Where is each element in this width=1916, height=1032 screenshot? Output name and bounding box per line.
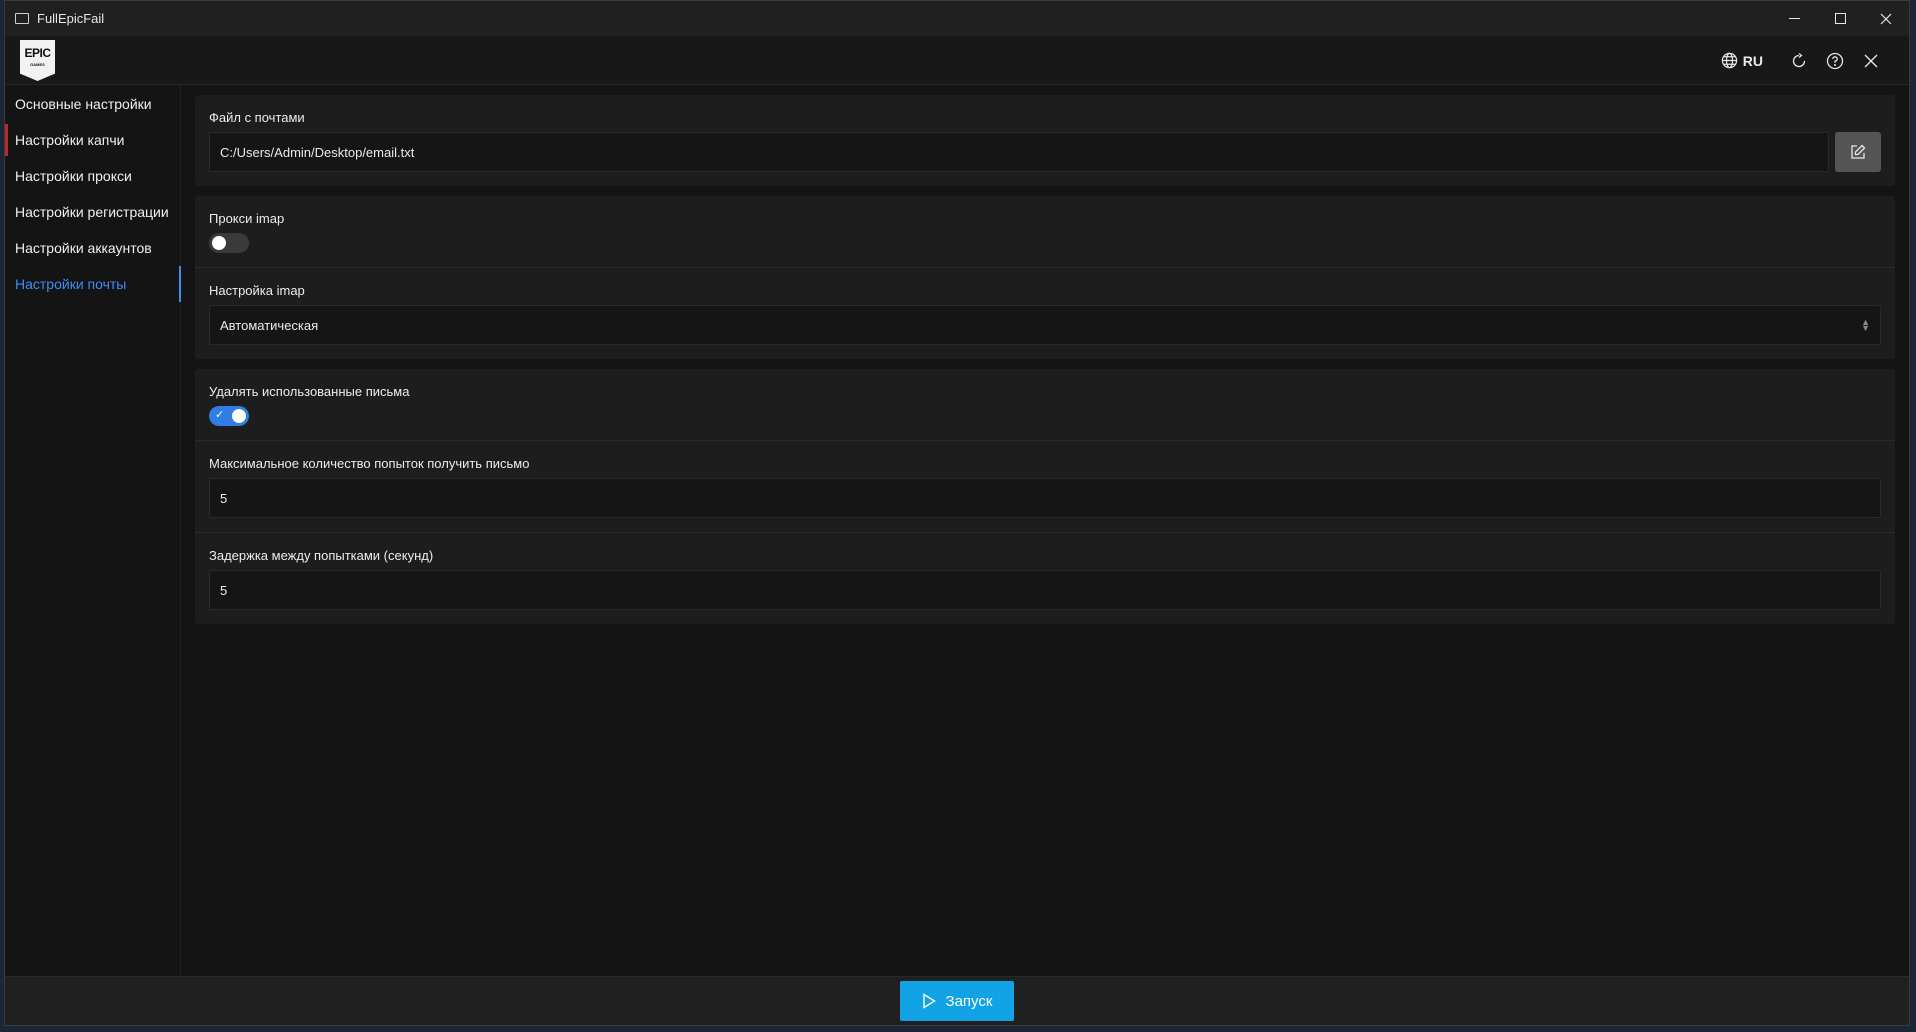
- language-label: RU: [1742, 52, 1763, 69]
- maximize-icon: [1834, 13, 1846, 24]
- sidebar: Основные настройки Настройки капчи Настр…: [5, 86, 181, 976]
- app-icon: [15, 12, 29, 25]
- sidebar-item-label: Настройки регистрации: [15, 204, 169, 220]
- window-close-button[interactable]: [1863, 1, 1909, 36]
- close-icon: [1880, 13, 1892, 24]
- run-button[interactable]: Запуск: [900, 981, 1014, 1021]
- refresh-button[interactable]: [1781, 43, 1817, 79]
- max-attempts-label: Максимальное количество попыток получить…: [209, 456, 530, 471]
- mail-file-input[interactable]: C:/Users/Admin/Desktop/email.txt: [209, 132, 1829, 172]
- select-arrows-icon: ▲ ▼: [1861, 317, 1870, 333]
- imap-setting-value: Автоматическая: [220, 317, 319, 333]
- sidebar-item-mail[interactable]: Настройки почты: [5, 266, 181, 302]
- sidebar-item-label: Настройки прокси: [15, 168, 132, 184]
- help-button[interactable]: [1817, 43, 1853, 79]
- window-title: FullEpicFail: [37, 11, 105, 26]
- toggle-knob: [212, 236, 226, 250]
- language-switcher[interactable]: RU: [1721, 52, 1763, 69]
- check-icon: ✓: [215, 409, 225, 421]
- imap-setting-select[interactable]: Автоматическая ▲ ▼: [209, 305, 1881, 345]
- sidebar-item-label: Основные настройки: [15, 96, 152, 112]
- epic-games-logo: EPIC GAMES: [20, 40, 55, 81]
- sidebar-item-general[interactable]: Основные настройки: [5, 86, 180, 122]
- maximize-button[interactable]: [1817, 1, 1863, 36]
- delete-used-toggle[interactable]: ✓: [209, 406, 249, 426]
- sidebar-item-label: Настройки почты: [15, 276, 127, 292]
- play-icon: [922, 993, 936, 1009]
- minimize-icon: [1788, 18, 1800, 19]
- imap-proxy-label: Прокси imap: [209, 211, 285, 226]
- sidebar-item-accounts[interactable]: Настройки аккаунтов: [5, 230, 180, 266]
- mail-settings-content: Файл с почтами C:/Users/Admin/Desktop/em…: [195, 95, 1895, 634]
- app-header: EPIC GAMES RU: [5, 36, 1909, 85]
- globe-icon: [1721, 52, 1737, 69]
- imap-proxy-toggle[interactable]: [209, 233, 249, 253]
- sidebar-item-label: Настройки аккаунтов: [15, 240, 152, 256]
- imap-setting-label: Настройка imap: [209, 283, 305, 298]
- mail-file-panel: Файл с почтами C:/Users/Admin/Desktop/em…: [195, 95, 1895, 186]
- delete-used-label: Удалять использованные письма: [209, 384, 410, 399]
- app-window: FullEpicFail EPIC GAMES RU Основные наст…: [4, 0, 1910, 1026]
- mail-file-label: Файл с почтами: [209, 110, 305, 125]
- run-button-label: Запуск: [945, 992, 993, 1010]
- sidebar-item-label: Настройки капчи: [15, 132, 125, 148]
- minimize-button[interactable]: [1771, 1, 1817, 36]
- letters-panel: Удалять использованные письма ✓ Максимал…: [195, 369, 1895, 624]
- title-bar: FullEpicFail: [5, 1, 1909, 36]
- delay-input[interactable]: 5: [209, 570, 1881, 610]
- footer-bar: Запуск: [5, 976, 1909, 1025]
- help-icon: [1826, 52, 1844, 69]
- browse-file-button[interactable]: [1835, 132, 1881, 172]
- refresh-icon: [1792, 52, 1806, 67]
- sidebar-item-captcha[interactable]: Настройки капчи: [5, 122, 180, 158]
- close-app-button[interactable]: [1853, 43, 1889, 79]
- max-attempts-input[interactable]: 5: [209, 478, 1881, 518]
- imap-panel: Прокси imap Настройка imap Автоматическа…: [195, 196, 1895, 359]
- delay-label: Задержка между попытками (секунд): [209, 548, 434, 563]
- sidebar-item-registration[interactable]: Настройки регистрации: [5, 194, 180, 230]
- edit-icon: [1851, 144, 1866, 159]
- toggle-knob: [232, 409, 246, 423]
- sidebar-item-proxy[interactable]: Настройки прокси: [5, 158, 180, 194]
- close-icon: [1864, 54, 1878, 67]
